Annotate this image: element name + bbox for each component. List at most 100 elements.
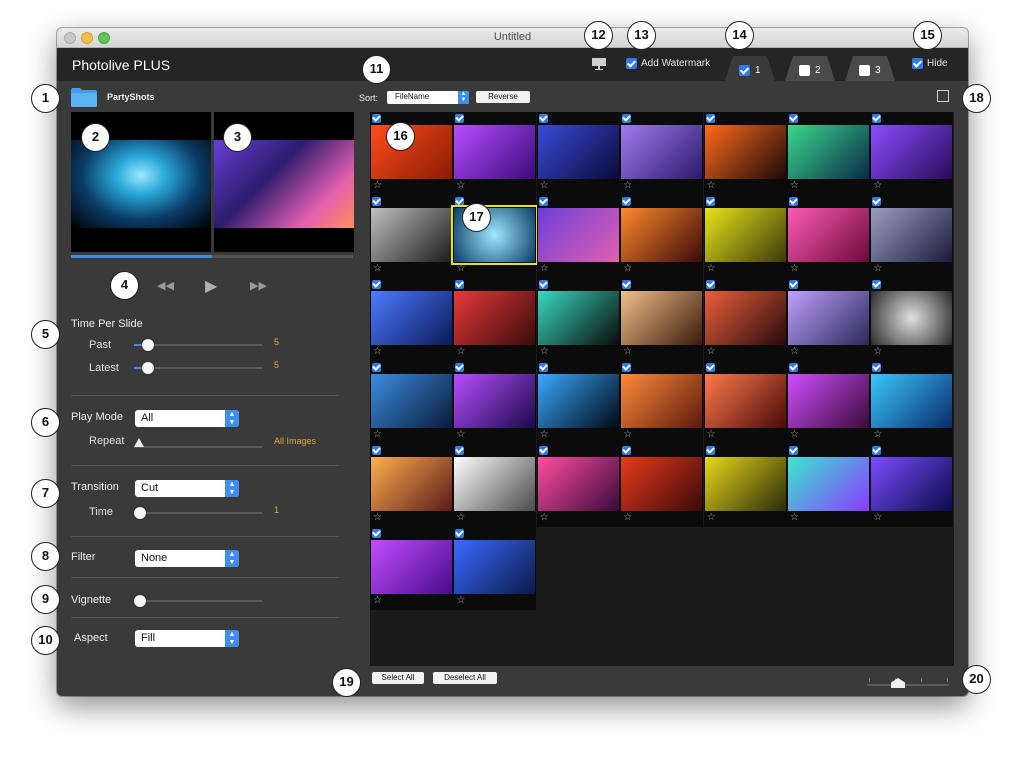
thumbnail-item[interactable]: ☆ [536, 361, 620, 444]
thumbnail-image[interactable] [871, 208, 953, 262]
star-icon[interactable]: ☆ [373, 595, 382, 606]
thumbnail-image[interactable] [371, 208, 452, 262]
thumbnail-image[interactable] [788, 291, 869, 345]
thumbnail-item[interactable]: ☆ [870, 278, 954, 361]
thumbnail-image[interactable] [454, 291, 536, 345]
past-time-slider[interactable] [134, 339, 262, 351]
thumbnail-item[interactable]: ☆ [620, 444, 704, 527]
fullscreen-toggle-icon[interactable] [937, 90, 949, 102]
star-icon[interactable]: ☆ [456, 263, 465, 274]
thumbnail-image[interactable] [454, 125, 536, 179]
thumbnail-item[interactable]: ☆ [703, 444, 787, 527]
thumbnail-item[interactable]: ☆ [787, 444, 870, 527]
thumbnail-checkbox[interactable] [872, 280, 882, 289]
star-icon[interactable]: ☆ [623, 346, 632, 357]
thumbnail-checkbox[interactable] [538, 363, 548, 372]
thumbnail-item[interactable]: ☆ [453, 278, 537, 361]
thumbnail-item[interactable]: ☆ [370, 112, 453, 195]
star-icon[interactable]: ☆ [540, 429, 549, 440]
thumbnail-checkbox[interactable] [372, 529, 381, 538]
thumbnail-image[interactable] [788, 457, 869, 511]
thumbnail-checkbox[interactable] [372, 446, 381, 455]
playback-progress-bar[interactable] [71, 255, 353, 258]
thumbnail-checkbox[interactable] [622, 197, 632, 206]
star-icon[interactable]: ☆ [790, 512, 799, 523]
thumbnail-checkbox[interactable] [455, 363, 465, 372]
thumbnail-checkbox[interactable] [538, 114, 548, 123]
thumbnail-item[interactable]: ☆ [453, 444, 537, 527]
repeat-slider-knob[interactable] [134, 438, 144, 447]
past-slider-knob[interactable] [142, 339, 154, 351]
thumbnail-item[interactable]: ☆ [620, 112, 704, 195]
thumbnail-image[interactable] [704, 374, 786, 428]
latest-time-slider[interactable] [134, 362, 262, 374]
sort-select[interactable]: FileName ▲ ▼ [387, 91, 469, 104]
thumbnail-item[interactable]: ☆ [787, 112, 870, 195]
thumbnail-checkbox[interactable] [705, 280, 715, 289]
thumbnail-image[interactable] [371, 457, 452, 511]
thumbnail-item[interactable]: ☆ [787, 278, 870, 361]
thumbnail-checkbox[interactable] [622, 114, 632, 123]
star-icon[interactable]: ☆ [373, 512, 382, 523]
thumbnail-image[interactable] [371, 374, 452, 428]
thumbnail-image[interactable] [871, 374, 953, 428]
thumbnail-image[interactable] [537, 125, 619, 179]
thumbnail-item[interactable]: ☆ [870, 361, 954, 444]
thumbnail-image[interactable] [371, 291, 452, 345]
thumbnail-image[interactable] [621, 208, 703, 262]
star-icon[interactable]: ☆ [456, 512, 465, 523]
thumbnail-checkbox[interactable] [705, 197, 715, 206]
thumbnail-image[interactable] [537, 208, 619, 262]
thumbnail-image[interactable] [704, 208, 786, 262]
thumbnail-checkbox[interactable] [789, 197, 798, 206]
thumbnail-checkbox[interactable] [705, 446, 715, 455]
star-icon[interactable]: ☆ [373, 429, 382, 440]
repeat-slider[interactable] [134, 438, 262, 448]
star-icon[interactable]: ☆ [623, 512, 632, 523]
thumbnail-item[interactable]: ☆ [703, 361, 787, 444]
hide-checkbox[interactable]: Hide [912, 58, 948, 69]
thumbnail-image[interactable] [871, 291, 953, 345]
star-icon[interactable]: ☆ [623, 263, 632, 274]
thumbnail-item[interactable]: ☆ [703, 195, 787, 278]
thumbnail-checkbox[interactable] [455, 446, 465, 455]
folder-icon[interactable] [71, 88, 97, 107]
star-icon[interactable]: ☆ [540, 263, 549, 274]
thumbnail-checkbox[interactable] [872, 446, 882, 455]
thumbnail-image[interactable] [537, 291, 619, 345]
thumbnail-image[interactable] [621, 291, 703, 345]
deselect-all-button[interactable]: Deselect All [433, 672, 497, 684]
star-icon[interactable]: ☆ [540, 512, 549, 523]
thumbnail-item[interactable]: ☆ [370, 444, 453, 527]
thumbnail-checkbox[interactable] [872, 114, 882, 123]
thumbnail-image[interactable] [454, 540, 536, 594]
star-icon[interactable]: ☆ [707, 512, 716, 523]
thumbnail-item[interactable]: ☆ [787, 195, 870, 278]
thumbnail-item[interactable]: ☆ [870, 444, 954, 527]
star-icon[interactable]: ☆ [540, 346, 549, 357]
thumbnail-item[interactable]: ☆ [536, 278, 620, 361]
vignette-knob[interactable] [134, 595, 146, 607]
star-icon[interactable]: ☆ [373, 263, 382, 274]
aspect-select[interactable]: Fill ▲ ▼ [135, 630, 239, 647]
star-icon[interactable]: ☆ [456, 346, 465, 357]
thumbnail-checkbox[interactable] [789, 363, 798, 372]
thumbnail-checkbox[interactable] [622, 363, 632, 372]
thumbnail-checkbox[interactable] [622, 446, 632, 455]
star-icon[interactable]: ☆ [373, 346, 382, 357]
play-icon[interactable]: ▶ [205, 276, 217, 296]
thumbnail-checkbox[interactable] [455, 197, 465, 206]
thumbnail-image[interactable] [537, 374, 619, 428]
thumbnail-item[interactable]: ☆ [453, 112, 537, 195]
thumbnail-item[interactable]: ☆ [536, 112, 620, 195]
thumbnail-image[interactable] [621, 125, 703, 179]
thumbnail-checkbox[interactable] [538, 197, 548, 206]
star-icon[interactable]: ☆ [456, 180, 465, 191]
thumbnail-item[interactable]: ☆ [703, 278, 787, 361]
star-icon[interactable]: ☆ [873, 512, 882, 523]
star-icon[interactable]: ☆ [540, 180, 549, 191]
thumbnail-image[interactable] [537, 457, 619, 511]
thumbnail-checkbox[interactable] [705, 363, 715, 372]
thumbnail-item[interactable]: ☆ [370, 527, 453, 610]
star-icon[interactable]: ☆ [707, 429, 716, 440]
